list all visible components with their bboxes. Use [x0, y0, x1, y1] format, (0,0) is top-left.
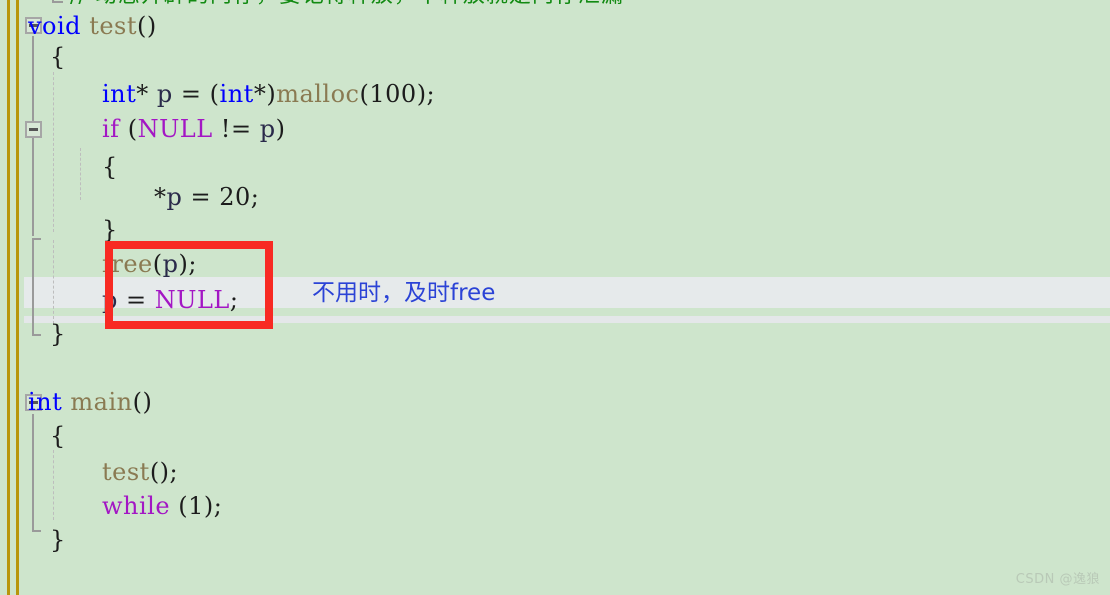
line-p-null[interactable]: p = NULL;: [102, 288, 238, 312]
token: (: [152, 250, 163, 278]
token: int: [219, 80, 254, 108]
token: {: [50, 43, 66, 71]
line-deref-assign[interactable]: *p = 20;: [154, 185, 259, 209]
line-blank[interactable]: [28, 356, 36, 380]
scope-line-test-fn-lower: [32, 238, 34, 336]
annotation-text: 不用时，及时free: [312, 280, 496, 306]
token: malloc: [276, 80, 360, 108]
scope-end-tick-test-fn: [32, 334, 41, 336]
secondary-highlight-band: [24, 316, 1110, 323]
token: {: [102, 153, 118, 181]
token: void: [28, 12, 82, 40]
line-if-null[interactable]: if (NULL != p): [102, 117, 285, 141]
token: = (: [172, 80, 220, 108]
token: 20: [219, 183, 251, 211]
token: =: [182, 183, 220, 211]
token: }: [102, 216, 118, 244]
indent-guide-test-body-lower: [53, 240, 54, 324]
token: free: [102, 250, 153, 278]
token: ;: [250, 183, 260, 211]
code-editor-screenshot: // 动态开辟的内存，要记得释放，不释放就是内存泄漏 void test(){i…: [0, 0, 1110, 595]
token: (: [119, 115, 138, 143]
token: main: [70, 388, 133, 416]
token: 1: [188, 492, 204, 520]
scope-line-main-fn: [32, 414, 34, 532]
line-close-brace-test[interactable]: }: [50, 322, 66, 346]
token: }: [50, 320, 66, 348]
line-malloc[interactable]: int* p = (int*)malloc(100);: [102, 82, 435, 106]
token: ): [275, 115, 286, 143]
token: *: [154, 183, 167, 211]
indent-guide-main-body: [53, 450, 54, 520]
code-surface[interactable]: // 动态开辟的内存，要记得释放，不释放就是内存泄漏 void test(){i…: [24, 0, 1110, 595]
token: (): [132, 388, 153, 416]
line-call-test[interactable]: test();: [102, 460, 178, 484]
line-int-main[interactable]: int main(): [28, 390, 152, 414]
token: 100: [369, 80, 417, 108]
token: =: [117, 286, 155, 314]
token: p: [156, 80, 173, 108]
token: ();: [149, 458, 179, 486]
token: *): [253, 80, 277, 108]
line-while[interactable]: while (1);: [102, 494, 222, 518]
line-void-test[interactable]: void test(): [28, 14, 157, 38]
token: if: [102, 115, 120, 143]
line-free[interactable]: free(p);: [102, 252, 197, 276]
indent-guide-if-body: [80, 148, 81, 200]
gutter-bar-outer: [7, 0, 10, 595]
clipped-comment-line: // 动态开辟的内存，要记得释放，不释放就是内存泄漏: [70, 0, 624, 7]
token: NULL: [154, 286, 230, 314]
token: p: [102, 286, 118, 314]
token: p: [259, 115, 276, 143]
gutter-bar-inner: [16, 0, 19, 595]
watermark: CSDN @逸狼: [1015, 572, 1100, 587]
token: );: [416, 80, 436, 108]
fold-bracket-top: [52, 0, 63, 3]
token: );: [203, 492, 223, 520]
line-open-brace-test[interactable]: {: [50, 45, 66, 69]
scope-end-tick-main-fn: [32, 530, 41, 532]
token: *: [136, 80, 149, 108]
token: p: [162, 250, 179, 278]
token: test: [89, 12, 137, 40]
token: p: [166, 183, 183, 211]
line-open-brace-if[interactable]: {: [102, 155, 118, 179]
token: NULL: [137, 115, 213, 143]
token: (): [137, 12, 157, 40]
token: {: [50, 422, 66, 450]
token: test: [102, 458, 150, 486]
token: int: [102, 80, 137, 108]
token: (: [359, 80, 370, 108]
indent-guide-test-body: [53, 72, 54, 232]
token: ;: [229, 286, 239, 314]
token: int: [28, 388, 63, 416]
token: }: [50, 526, 66, 554]
line-open-brace-main[interactable]: {: [50, 424, 66, 448]
fold-toggle-if-null[interactable]: [25, 121, 42, 138]
token: );: [178, 250, 197, 278]
token: while: [102, 492, 171, 520]
line-close-brace-main[interactable]: }: [50, 528, 66, 552]
token: !=: [212, 115, 260, 143]
line-close-brace-if[interactable]: }: [102, 218, 118, 242]
token: (: [170, 492, 189, 520]
